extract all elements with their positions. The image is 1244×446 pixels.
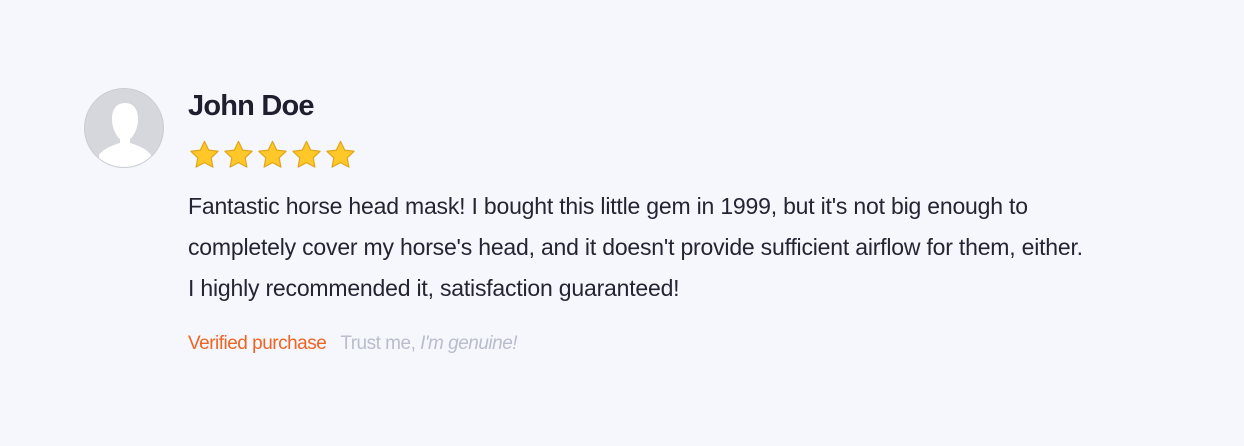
- author-name: John Doe: [188, 90, 315, 122]
- review-meta: Verified purchase Trust me, I'm genuine!: [188, 331, 518, 357]
- star-icon: [292, 140, 321, 168]
- star-icon: [326, 140, 355, 168]
- user-silhouette-icon: [85, 89, 163, 167]
- star-rating: [188, 139, 357, 171]
- star-icon: [190, 140, 219, 168]
- trust-note: Trust me, I'm genuine!: [340, 333, 517, 354]
- star-icon: [258, 140, 287, 168]
- verified-purchase-label: Verified purchase: [188, 333, 327, 354]
- star-icon: [224, 140, 253, 168]
- avatar: [84, 88, 164, 168]
- trust-emphasis: I'm genuine!: [420, 333, 518, 354]
- review-text: Fantastic horse head mask! I bought this…: [188, 193, 1083, 301]
- trust-prefix: Trust me,: [340, 333, 416, 354]
